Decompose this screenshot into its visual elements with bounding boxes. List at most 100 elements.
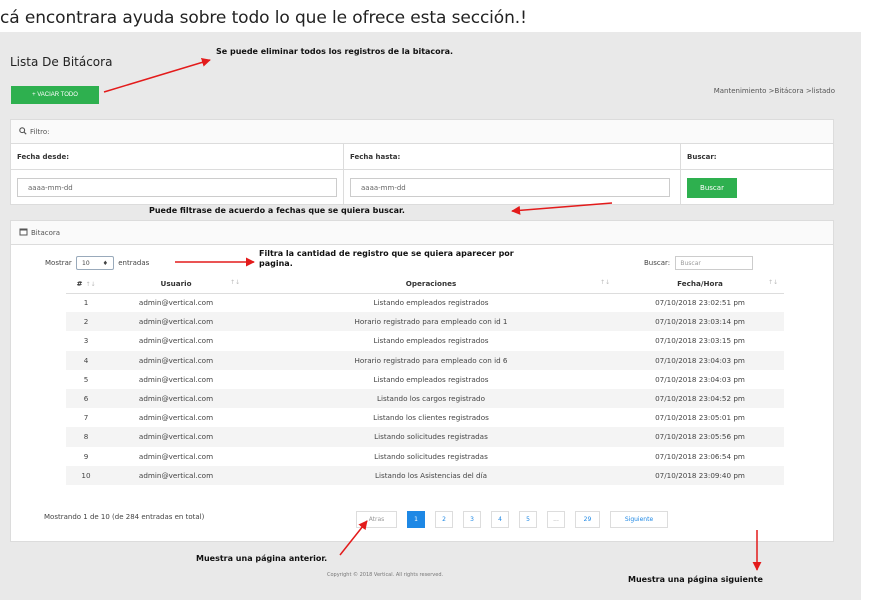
column-header-fecha[interactable]: Fecha/Hora ↑↓ [616,275,784,294]
cell-operacion: Listando solicitudes registradas [246,427,616,447]
cell-usuario: admin@vertical.com [106,312,246,332]
page-button[interactable]: 1 [407,511,425,528]
intro-text: cá encontrara ayuda sobre todo lo que le… [0,8,527,28]
cell-operacion: Listando los cargos registrado [246,388,616,409]
cell-fecha: 07/10/2018 23:02:51 pm [655,298,745,308]
cell-number: 10 [66,465,106,485]
page-title: Lista De Bitácora [10,55,113,69]
filter-card: Filtro: Fecha desde: Fecha hasta: Buscar… [10,119,834,205]
search-icon [19,126,27,137]
length-control: Mostrar 10 ♦ entradas [45,256,149,270]
bitacora-header-label: Bitacora [31,228,61,237]
cell-fecha: 07/10/2018 23:04:03 pm [616,350,784,370]
bitacora-table: # ↑↓ Usuario ↑↓ Operaciones ↑↓ Fecha/Hora ↑↓… [66,275,784,485]
cell-fecha: 07/10/2018 23:06:54 pm [655,451,745,461]
fecha-hasta-input[interactable]: aaaa-mm-dd [350,178,670,197]
table-row: 8 admin@vertical.com Listando solicitudes … [66,427,784,447]
buscar-button[interactable]: Buscar [687,177,737,198]
cell-usuario: admin@vertical.com [106,388,246,409]
table-search: Buscar: Buscar [644,256,754,270]
page-button: ... [547,511,565,528]
cell-number: 3 [83,336,89,346]
cell-fecha: 07/10/2018 23:05:01 pm [655,413,745,423]
cell-operacion: Listando los Asistencias del día [246,465,616,485]
table-header-row: # ↑↓ Usuario ↑↓ Operaciones ↑↓ Fecha/Hora ↑↓ [66,275,784,294]
filter-header-label: Filtro: [30,127,50,136]
page-button[interactable]: 2 [435,511,453,528]
mostrar-label: Mostrar [45,259,72,267]
fecha-hasta-label: Fecha hasta: [344,144,681,169]
table-row: 1 admin@vertical.com Listando empleados re… [66,293,784,312]
breadcrumb: Mantenimiento >Bitácora >listado [713,87,835,95]
cell-fecha: 07/10/2018 23:03:14 pm [616,312,784,332]
footer: Copyright © 2018 Vertical. All rights re… [327,572,444,578]
prev-page-button[interactable]: Atras [356,511,397,528]
table-row: 3 admin@vertical.com Listando empleados re… [66,331,784,350]
cell-fecha: 07/10/2018 23:04:03 pm [655,374,745,384]
cell-number: 7 [83,413,89,423]
column-header-usuario[interactable]: Usuario ↑↓ [106,275,246,294]
fecha-desde-input[interactable]: aaaa-mm-dd [17,178,337,197]
cell-operacion: Listando empleados registrados [373,374,489,384]
cell-number: 8 [66,427,106,447]
buscar-label: Buscar: [687,152,717,161]
table-row: 4 admin@vertical.com Horario registrado pa… [66,350,784,370]
column-header-number[interactable]: # ↑↓ [66,275,106,294]
cell-number: 6 [66,388,106,409]
table-row: 6 admin@vertical.com Listando los cargos r… [66,388,784,409]
column-header-operaciones[interactable]: Operaciones ↑↓ [246,275,616,294]
cell-operacion: Listando solicitudes registradas [374,451,488,461]
cell-operacion: Horario registrado para empleado con id … [246,312,616,332]
next-page-button[interactable]: Siguiente [610,511,668,528]
pagination: Atras 1 2 3 4 5... 29 Siguiente [356,511,668,528]
filter-table: Fecha desde: Fecha hasta: Buscar: aaaa-m… [11,144,833,205]
cell-operacion: Listando los clientes registrados [373,413,489,423]
table-search-label: Buscar: [644,259,671,267]
cell-usuario: admin@vertical.com [106,350,246,370]
cell-usuario: admin@vertical.com [106,427,246,447]
cell-fecha: 07/10/2018 23:09:40 pm [616,465,784,485]
table-search-input[interactable]: Buscar [675,256,754,270]
cell-usuario: admin@vertical.com [138,413,214,423]
vaciar-todo-button[interactable]: + VACIAR TODO [11,86,99,104]
table-info: Mostrando 1 de 10 (de 284 entradas en to… [44,513,205,521]
table-row: 7 admin@vertical.com Listando los clientes… [66,408,784,427]
annotation-siguiente: Muestra una página siguiente [628,575,763,584]
cell-usuario: admin@vertical.com [106,465,246,485]
cell-number: 4 [66,350,106,370]
cell-usuario: admin@vertical.com [138,451,214,461]
page-button[interactable]: 29 [575,511,600,528]
annotation-vaciar: Se puede eliminar todos los registros de… [216,47,454,56]
cell-fecha: 07/10/2018 23:05:56 pm [616,427,784,447]
annotation-anterior: Muestra una página anterior. [196,554,328,563]
cell-usuario: admin@vertical.com [138,298,214,308]
table-row: 9 admin@vertical.com Listando solicitudes … [66,447,784,466]
table-icon [19,228,28,238]
cell-operacion: Listando empleados registrados [373,336,489,346]
fecha-desde-label: Fecha desde: [11,144,344,169]
page-button[interactable]: 4 [491,511,509,528]
cell-number: 2 [66,312,106,332]
cell-number: 1 [83,298,89,308]
page-button[interactable]: 5 [519,511,537,528]
filter-header: Filtro: [11,120,833,144]
cell-usuario: admin@vertical.com [138,374,214,384]
cell-fecha: 07/10/2018 23:03:15 pm [655,336,745,346]
chevron-updown-icon: ♦ [102,259,108,267]
cell-fecha: 07/10/2018 23:04:52 pm [616,388,784,409]
entradas-label: entradas [118,259,150,267]
annotation-cantidad: Filtra la cantidad de registro que se qu… [259,249,514,268]
table-row: 5 admin@vertical.com Listando empleados re… [66,370,784,389]
page-button[interactable]: 3 [463,511,481,528]
entries-select[interactable]: 10 ♦ [76,256,114,270]
cell-operacion: Horario registrado para empleado con id … [246,350,616,370]
table-row: 10 admin@vertical.com Listando los Asisten… [66,465,784,485]
annotation-filtro: Puede filtrase de acuerdo a fechas que s… [149,206,405,215]
cell-operacion: Listando empleados registrados [373,298,489,308]
entries-value: 10 [82,259,90,267]
table-row: 2 admin@vertical.com Horario registrado pa… [66,312,784,332]
cell-number: 5 [83,374,89,384]
cell-usuario: admin@vertical.com [138,336,214,346]
bitacora-header: Bitacora [11,221,833,245]
cell-number: 9 [83,451,89,461]
